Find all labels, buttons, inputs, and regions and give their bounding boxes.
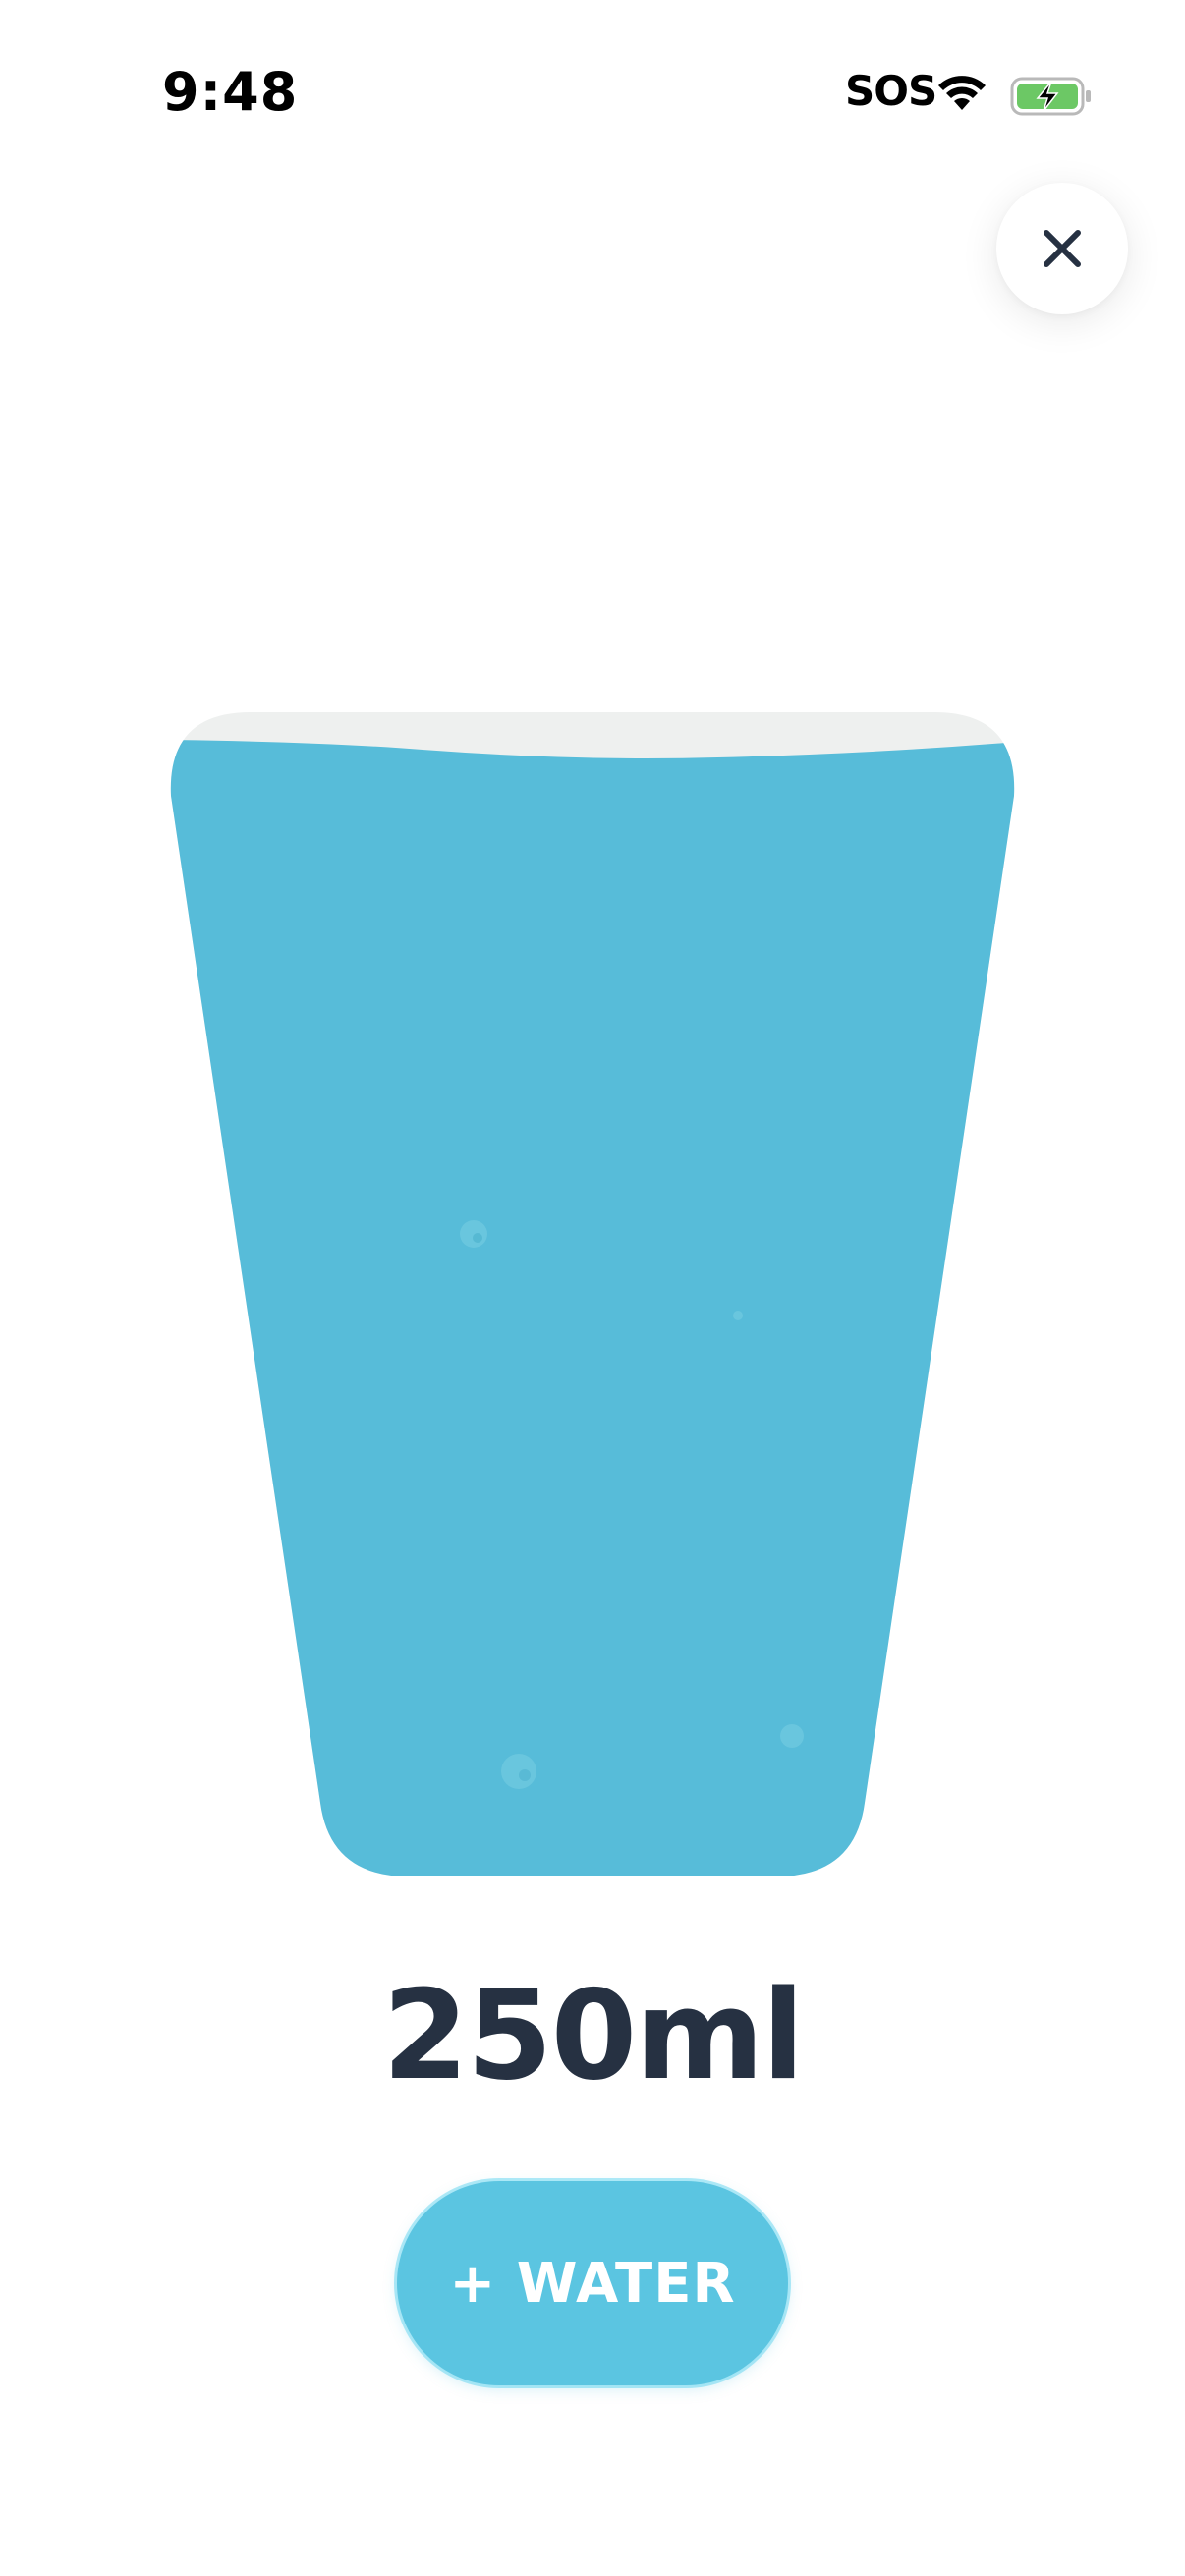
close-icon [1044,230,1081,267]
wifi-icon [936,73,988,112]
status-bar: 9:48 SOS [0,0,1185,187]
status-time: 9:48 [162,61,299,123]
water-amount: 250ml [382,1963,805,2107]
close-button[interactable] [996,183,1128,314]
battery-charging-icon [1010,77,1093,116]
add-water-label: + WATER [449,2251,736,2316]
water-glass[interactable] [167,712,1018,1876]
water-glass-icon [170,712,1015,1876]
network-status: SOS [845,67,937,115]
add-water-button[interactable]: + WATER [397,2181,788,2385]
